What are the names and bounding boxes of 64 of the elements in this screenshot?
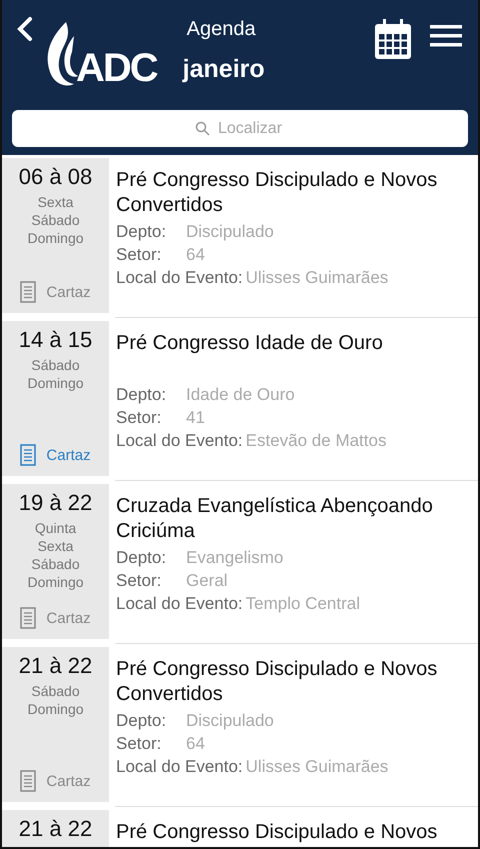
document-icon (20, 607, 36, 629)
calendar-icon (374, 18, 412, 60)
event-title: Pré Congresso Discipulado e Novos Convertidos (116, 657, 438, 707)
field-label: Setor: (116, 244, 162, 266)
field-label: Local do Evento: (116, 267, 243, 289)
date-range: 21 à 22 (18, 816, 92, 842)
weekday: Quinta (34, 519, 76, 537)
field-label: Setor: (116, 570, 162, 592)
menu-icon (430, 24, 462, 48)
field-label: Depto: (116, 384, 168, 406)
poster-link[interactable]: Cartaz (20, 770, 91, 792)
date-range: 21 à 22 (18, 653, 92, 679)
weekday: Sexta (38, 193, 74, 211)
back-icon (16, 16, 34, 42)
poster-link[interactable]: Cartaz (20, 607, 91, 629)
field-label: Depto: (116, 710, 168, 732)
document-icon (20, 281, 36, 303)
field-value: Ulisses Guimarães (246, 267, 388, 289)
field-value: Idade de Ouro (186, 384, 295, 406)
date-range: 19 à 22 (18, 490, 92, 516)
date-range: 14 à 15 (18, 327, 92, 353)
field-value: Discipulado (186, 221, 274, 243)
weekday: Domingo (27, 700, 84, 718)
page-title: Agenda (186, 18, 256, 41)
event-title: Pré Congresso Idade de Ouro (116, 331, 384, 356)
field-label: Setor: (116, 407, 162, 429)
calendar-button[interactable] (374, 18, 412, 60)
weekday: Sábado (31, 356, 80, 374)
weekday: Sábado (31, 555, 80, 573)
poster-link[interactable]: Cartaz (20, 281, 91, 303)
field-value: Estevão de Mattos (246, 430, 386, 452)
weekday: Sexta (38, 537, 74, 555)
field-value: Ulisses Guimarães (246, 756, 388, 778)
field-label: Depto: (116, 221, 168, 243)
field-label: Depto: (116, 547, 168, 569)
month-title: janeiro (182, 55, 265, 84)
document-icon (20, 444, 36, 466)
search-field[interactable]: Localizar (12, 110, 468, 147)
weekday: Sábado (31, 211, 80, 229)
field-label: Local do Evento: (116, 430, 243, 452)
field-value: Discipulado (186, 710, 274, 732)
logo-text: ADC (76, 48, 157, 88)
weekday: Domingo (27, 374, 84, 392)
field-label: Local do Evento: (116, 756, 243, 778)
search-icon (195, 121, 210, 136)
weekday: Sábado (31, 682, 80, 700)
field-label: Local do Evento: (116, 593, 243, 615)
field-value: 64 (186, 244, 205, 266)
field-value: Templo Central (246, 593, 360, 615)
field-value: 64 (186, 733, 205, 755)
document-icon (20, 770, 36, 792)
event-title: Cruzada Evangelística Abençoando Criciúma (116, 494, 434, 544)
weekday: Domingo (27, 229, 84, 247)
field-value: Geral (186, 570, 228, 592)
weekday: Domingo (27, 573, 84, 591)
date-range: 06 à 08 (18, 164, 92, 190)
poster-link[interactable]: Cartaz (20, 444, 91, 466)
field-value: Evangelismo (186, 547, 284, 569)
field-value: 41 (186, 407, 205, 429)
field-label: Setor: (116, 733, 162, 755)
event-title: Pré Congresso Discipulado e Novos (116, 820, 438, 845)
event-title: Pré Congresso Discipulado e Novos Convertidos (116, 168, 438, 218)
menu-button[interactable] (430, 24, 462, 48)
back-button[interactable] (16, 16, 34, 42)
